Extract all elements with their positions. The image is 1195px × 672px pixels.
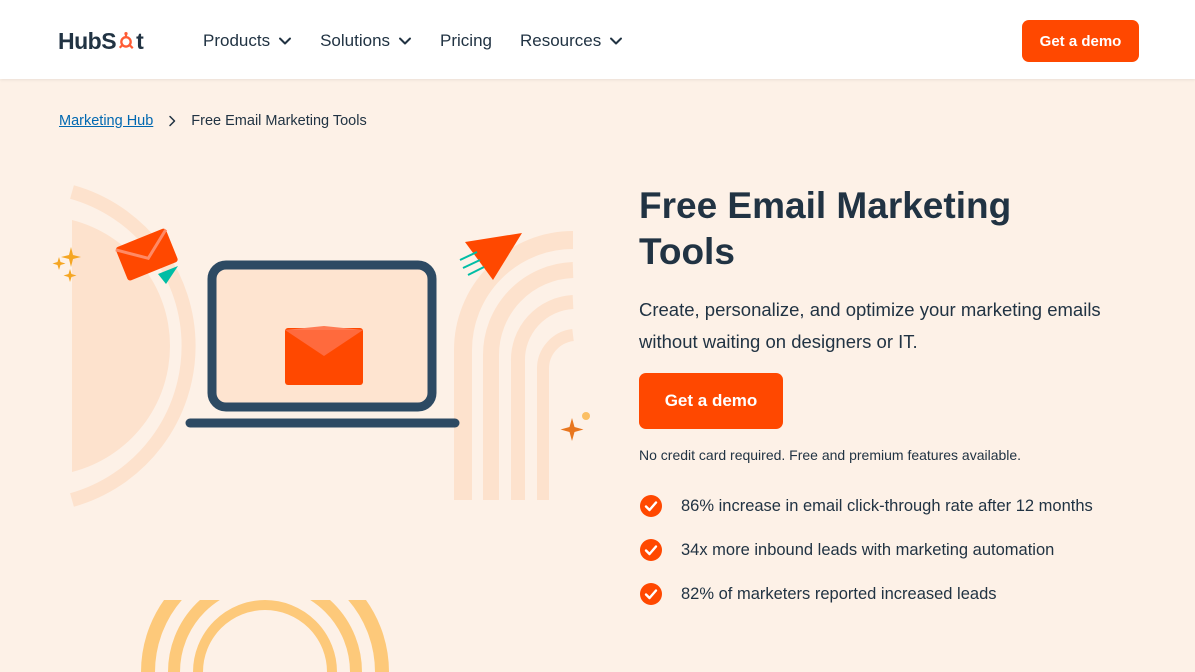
chevron-down-icon <box>610 37 623 45</box>
check-circle-icon <box>640 539 662 561</box>
stat-item: 82% of marketers reported increased lead… <box>639 572 1093 616</box>
check-circle-icon <box>640 583 662 605</box>
chevron-down-icon <box>399 37 412 45</box>
nav-products-label: Products <box>203 31 271 50</box>
no-credit-card-note: No credit card required. Free and premiu… <box>639 447 1022 463</box>
main-nav: Products Solutions Pricing Resources <box>203 28 651 54</box>
breadcrumb: Marketing Hub Free Email Marketing Tools <box>59 113 367 129</box>
sparkle-icon <box>560 412 590 441</box>
check-circle-icon <box>640 495 662 517</box>
get-a-demo-button-header[interactable]: Get a demo <box>1022 20 1139 62</box>
page-title: Free Email Marketing Tools <box>639 185 1012 272</box>
stat-text: 34x more inbound leads with marketing au… <box>681 540 1055 559</box>
stat-text: 82% of marketers reported increased lead… <box>681 584 997 603</box>
nav-pricing-label: Pricing <box>440 31 492 50</box>
nav-pricing[interactable]: Pricing <box>440 28 492 54</box>
decorative-arcs-right <box>454 231 575 500</box>
nav-products[interactable]: Products <box>203 28 292 54</box>
stat-item: 34x more inbound leads with marketing au… <box>639 528 1093 572</box>
get-a-demo-button[interactable]: Get a demo <box>639 373 783 429</box>
nav-solutions[interactable]: Solutions <box>320 28 412 54</box>
logo-text-left: HubS <box>58 27 117 54</box>
chevron-down-icon <box>279 37 292 45</box>
top-navigation-bar: HubS t Products Solutions Pricing Resour… <box>0 0 1195 79</box>
stat-text: 86% increase in email click-through rate… <box>681 496 1093 515</box>
nav-solutions-label: Solutions <box>320 31 391 50</box>
chevron-right-icon <box>169 115 176 127</box>
stats-list: 86% increase in email click-through rate… <box>639 484 1093 616</box>
email-laptop-illustration <box>52 185 590 507</box>
hero-subtitle: Create, personalize, and optimize your m… <box>639 299 1101 352</box>
decorative-arcs-left <box>70 185 196 507</box>
nav-resources-label: Resources <box>520 31 602 50</box>
nav-resources[interactable]: Resources <box>520 28 623 54</box>
sprocket-icon <box>118 32 134 49</box>
breadcrumb-link-marketing-hub[interactable]: Marketing Hub <box>59 113 153 129</box>
logo-text-right: t <box>136 27 144 54</box>
decorative-arcs-bottom <box>141 600 389 672</box>
hubspot-logo[interactable]: HubS t <box>58 26 144 56</box>
stat-item: 86% increase in email click-through rate… <box>639 484 1093 528</box>
envelope-icon <box>285 326 363 385</box>
breadcrumb-current: Free Email Marketing Tools <box>191 113 367 129</box>
